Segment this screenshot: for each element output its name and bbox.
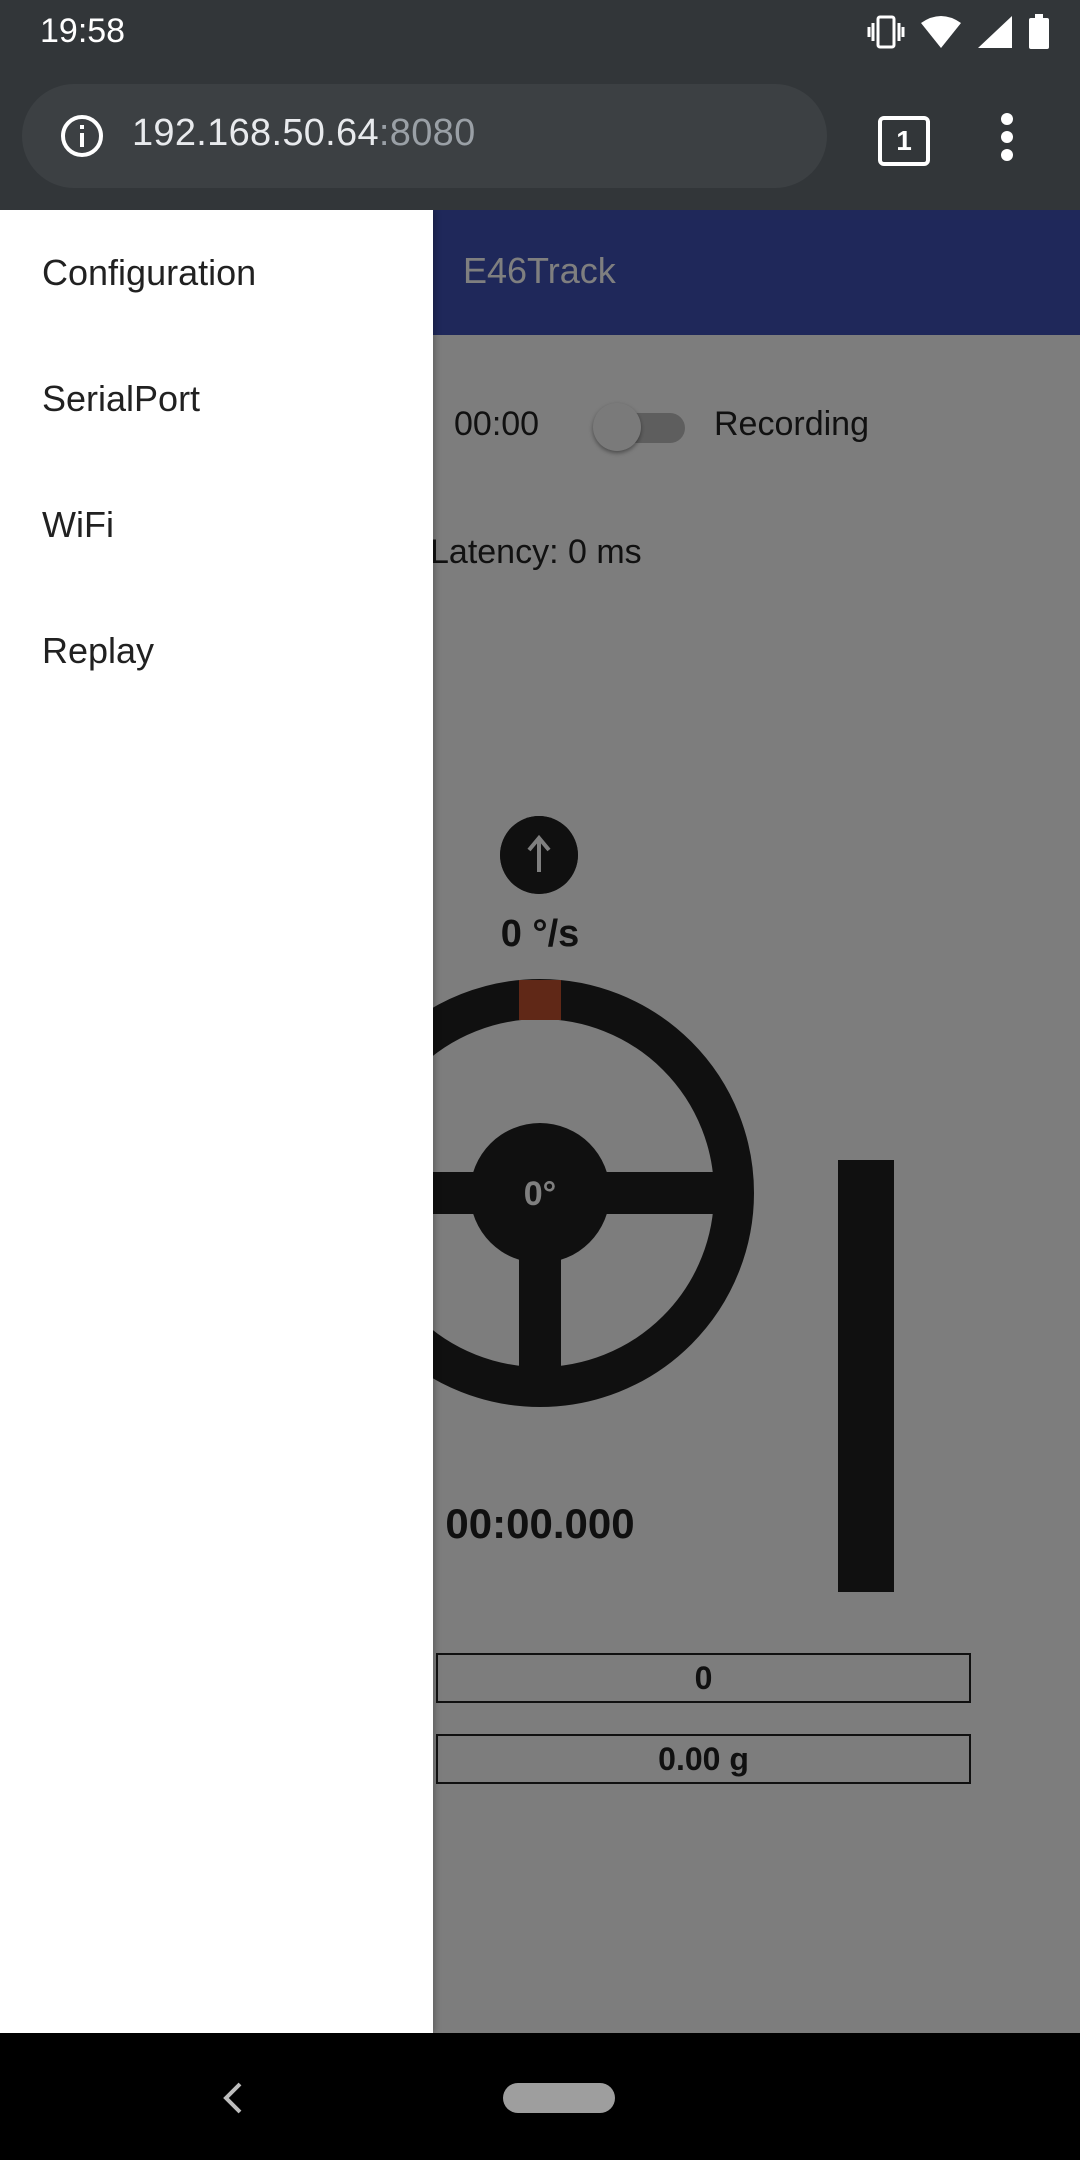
- status-bar: 19:58: [0, 0, 1080, 64]
- drawer-item-wifi[interactable]: WiFi: [42, 504, 114, 546]
- omnibox[interactable]: 192.168.50.64:8080: [22, 84, 827, 188]
- back-icon[interactable]: [220, 2081, 246, 2115]
- vibrate-icon: [867, 15, 905, 49]
- status-time: 19:58: [40, 12, 126, 50]
- more-options-icon[interactable]: [1000, 112, 1014, 162]
- url-host: 192.168.50.64: [132, 112, 379, 154]
- drawer-item-configuration[interactable]: Configuration: [42, 252, 256, 294]
- battery-icon: [1029, 14, 1049, 49]
- navigation-drawer: Configuration SerialPort WiFi Replay: [0, 210, 433, 2033]
- web-viewport: E46Track 00:00 Recording Latency: 0 ms 0…: [0, 210, 1080, 2033]
- drawer-item-replay[interactable]: Replay: [42, 630, 154, 672]
- signal-icon: [978, 16, 1012, 48]
- home-pill[interactable]: [503, 2083, 615, 2113]
- system-nav-bar: [0, 2033, 1080, 2160]
- drawer-item-serialport[interactable]: SerialPort: [42, 378, 200, 420]
- tab-switcher-button[interactable]: 1: [878, 116, 930, 166]
- url-text[interactable]: 192.168.50.64:8080: [132, 112, 476, 155]
- status-icons: [866, 12, 1050, 52]
- url-port: :8080: [378, 112, 476, 154]
- browser-toolbar: 192.168.50.64:8080 1: [0, 64, 1080, 210]
- info-icon[interactable]: [60, 114, 104, 158]
- wifi-icon: [921, 16, 961, 48]
